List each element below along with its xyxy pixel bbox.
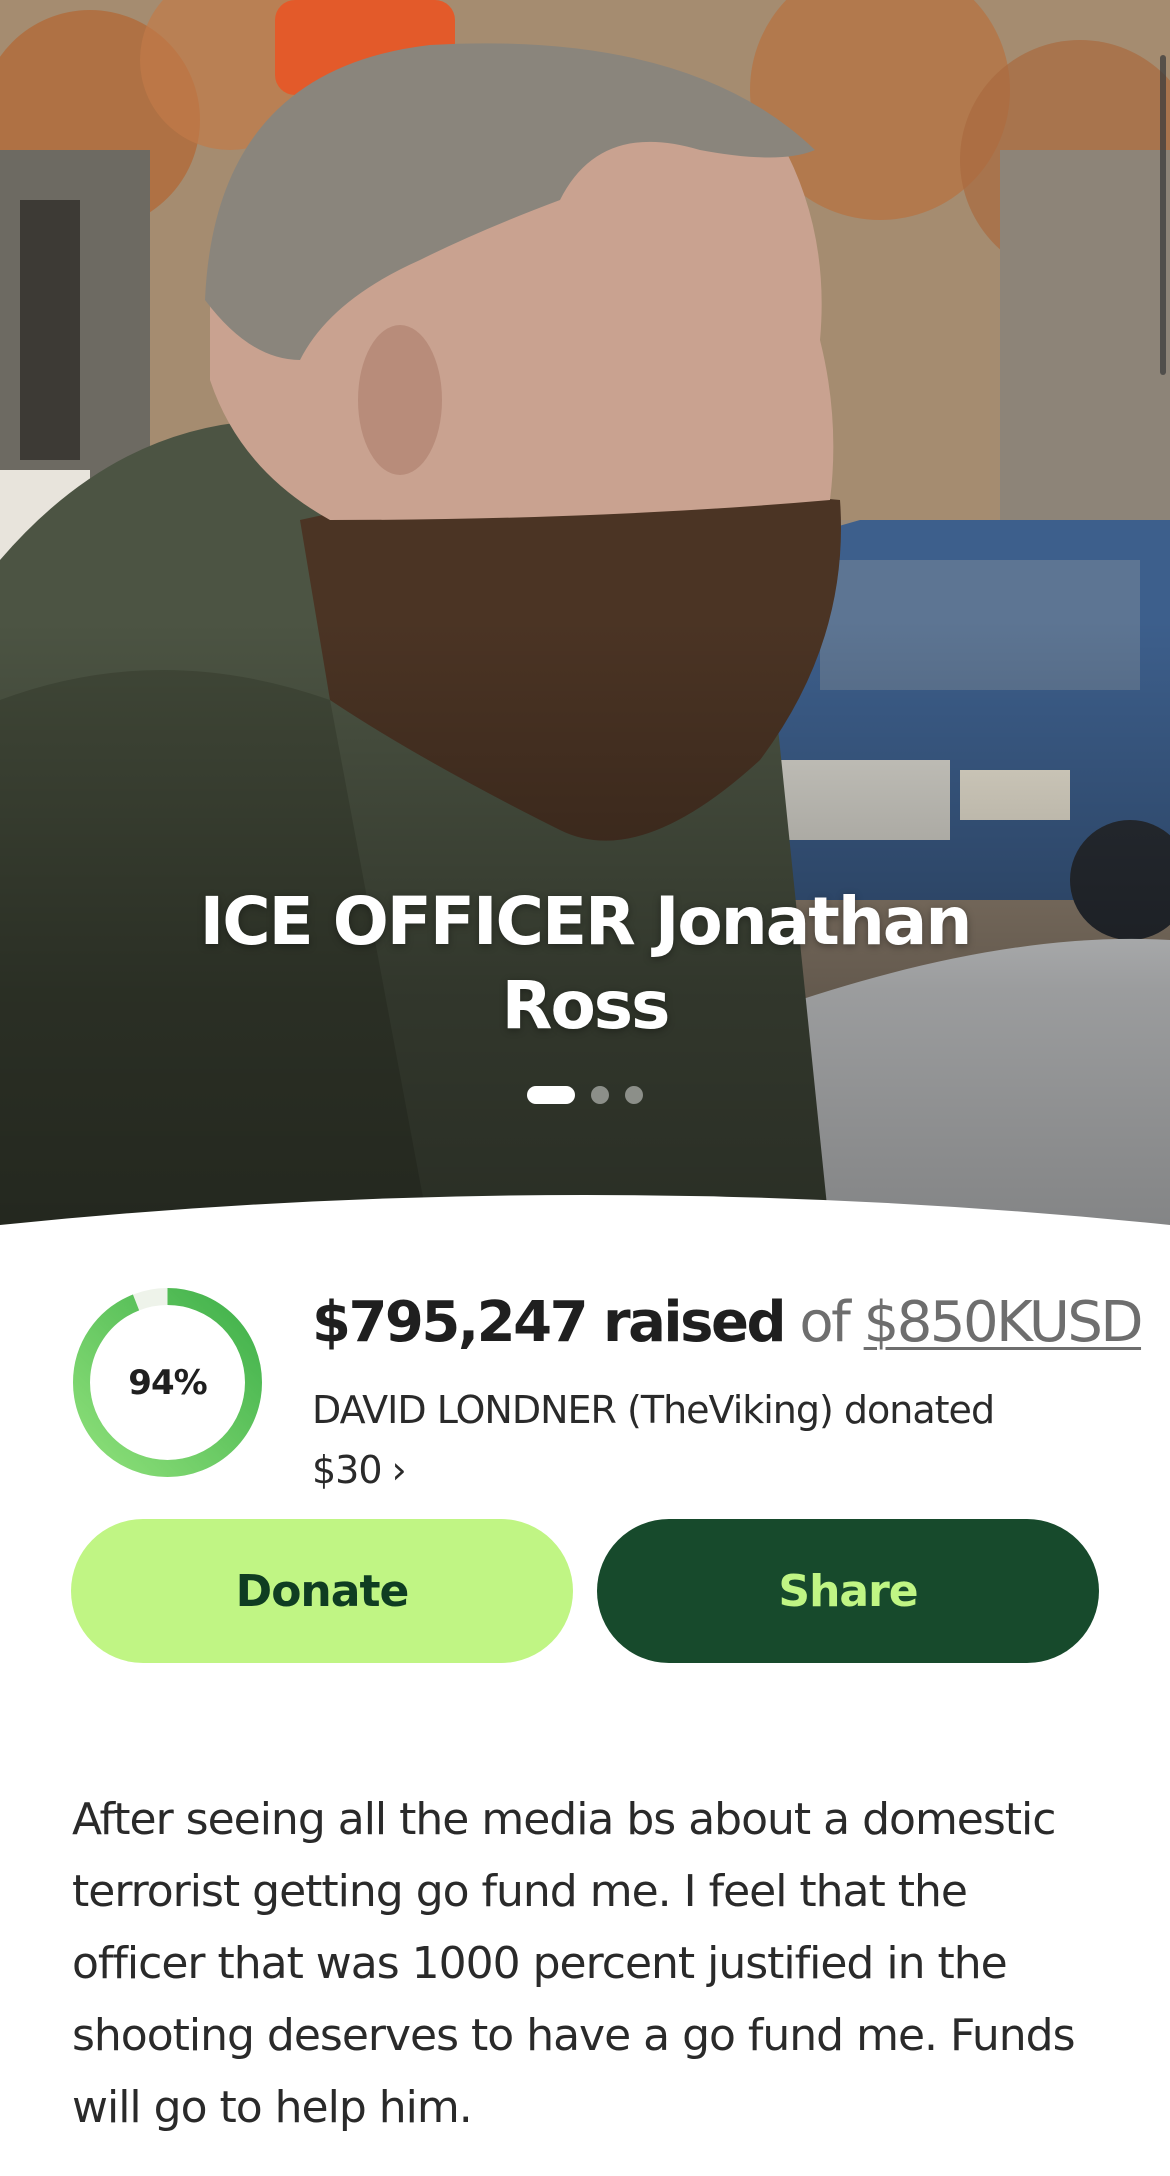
recent-donation-text: DAVID LONDNER (TheViking) donated $30 [312,1388,995,1492]
carousel-dot-1[interactable] [527,1086,575,1104]
scroll-indicator [1160,55,1166,375]
raised-summary: $795,247 raised of $850KUSD [312,1288,1152,1358]
campaign-page: ICE OFFICER Jonathan Ross 94% $795,247 r… [0,0,1170,2176]
carousel-dots[interactable] [0,1086,1170,1104]
campaign-description: After seeing all the media bs about a do… [72,1794,1076,2133]
campaign-hero[interactable]: ICE OFFICER Jonathan Ross [0,0,1170,1235]
raised-amount: $795,247 raised [312,1290,787,1355]
campaign-title: ICE OFFICER Jonathan Ross [199,883,973,1044]
raised-of-label: of [799,1290,850,1355]
goal-amount-link[interactable]: $850KUSD [864,1290,1144,1355]
donate-button[interactable]: Donate [71,1519,573,1663]
progress-percent: 94% [128,1362,207,1403]
share-button[interactable]: Share [597,1519,1099,1663]
hero-curve-divider [0,1195,1170,1235]
chevron-right-icon: › [391,1448,407,1492]
recent-donation-link[interactable]: DAVID LONDNER (TheViking) donated $30 › [312,1380,1072,1500]
carousel-dot-3[interactable] [625,1086,643,1104]
carousel-dot-2[interactable] [591,1086,609,1104]
